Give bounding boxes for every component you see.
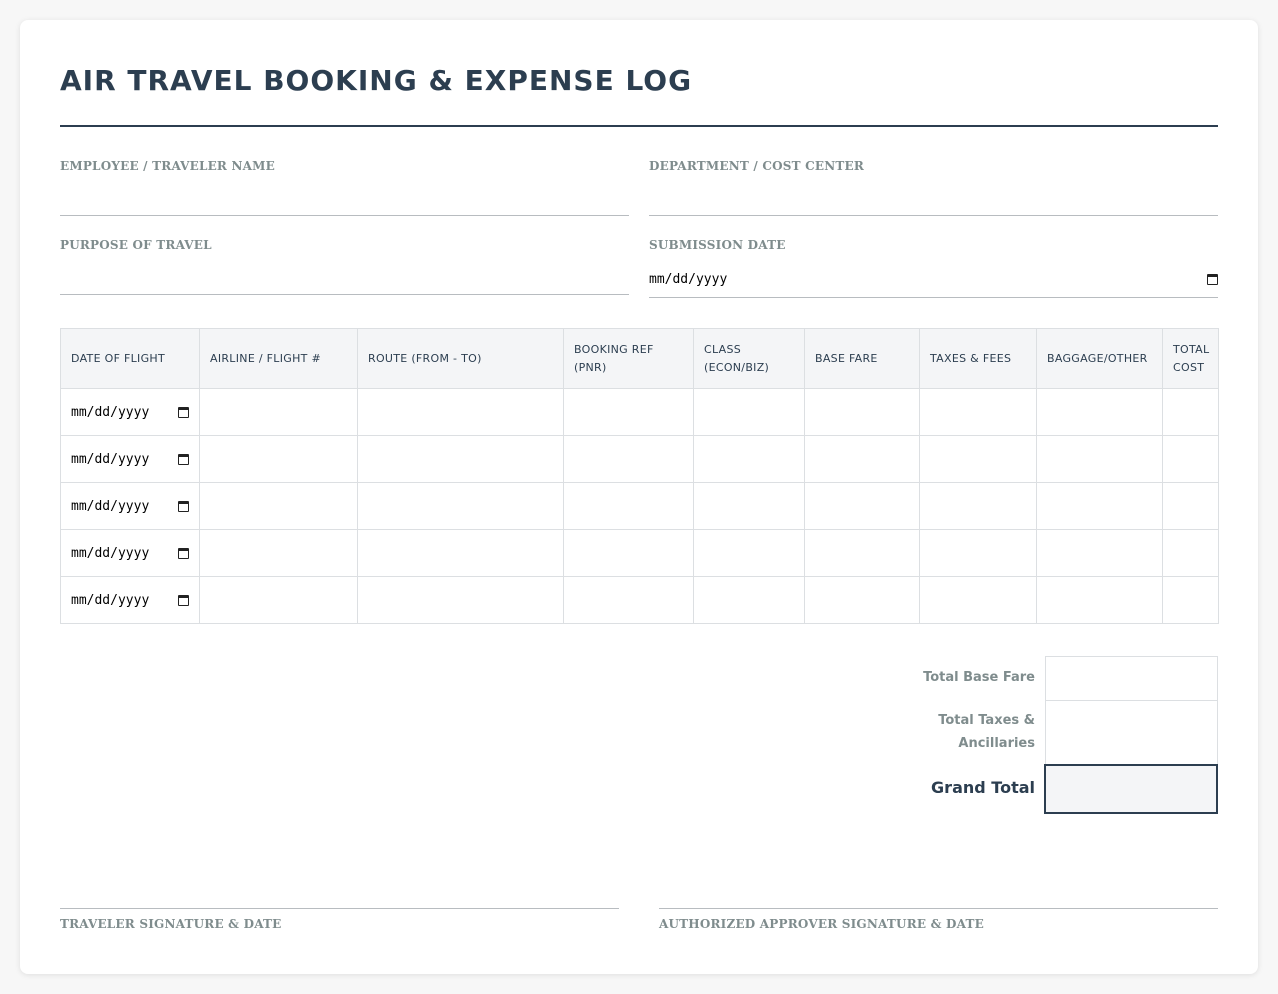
table-row: mm/dd/yyyy: [60, 529, 1219, 577]
calendar-icon[interactable]: [178, 594, 189, 606]
submission-date-label: SUBMISSION DATE: [649, 238, 786, 252]
department-field[interactable]: [649, 215, 1218, 216]
table-row: mm/dd/yyyy: [60, 388, 1219, 436]
header-base-fare: BASE FARE: [804, 328, 920, 389]
total-base-fare-value[interactable]: [1045, 656, 1218, 701]
cell-taxes[interactable]: [919, 388, 1037, 436]
calendar-icon[interactable]: [178, 453, 189, 465]
cell-taxes[interactable]: [919, 529, 1037, 577]
cell-airline[interactable]: [199, 529, 358, 577]
approver-signature-label: AUTHORIZED APPROVER SIGNATURE & DATE: [659, 917, 984, 931]
cell-airline[interactable]: [199, 388, 358, 436]
cell-pnr[interactable]: [563, 388, 694, 436]
cell-pnr[interactable]: [563, 435, 694, 483]
cell-route[interactable]: [357, 388, 564, 436]
cell-taxes[interactable]: [919, 576, 1037, 624]
grand-total-label: Grand Total: [931, 778, 1035, 797]
cell-baggage[interactable]: [1036, 576, 1163, 624]
cell-airline[interactable]: [199, 435, 358, 483]
flight-log-table: DATE OF FLIGHT AIRLINE / FLIGHT # ROUTE …: [60, 328, 1219, 624]
calendar-icon[interactable]: [1207, 273, 1218, 285]
cell-route[interactable]: [357, 435, 564, 483]
cell-total[interactable]: [1162, 576, 1219, 624]
cell-total[interactable]: [1162, 482, 1219, 530]
submission-date-underline: [649, 297, 1218, 298]
header-class: CLASS (ECON/BIZ): [693, 328, 805, 389]
page-title: AIR TRAVEL BOOKING & EXPENSE LOG: [60, 64, 693, 97]
cell-class[interactable]: [693, 529, 805, 577]
cell-date[interactable]: mm/dd/yyyy: [60, 435, 200, 483]
grand-total-value[interactable]: [1044, 764, 1218, 814]
date-placeholder: mm/dd/yyyy: [71, 404, 150, 420]
cell-route[interactable]: [357, 482, 564, 530]
cell-taxes[interactable]: [919, 435, 1037, 483]
total-taxes-label-line1: Total Taxes &: [938, 713, 1035, 728]
total-taxes-value[interactable]: [1045, 700, 1218, 765]
date-placeholder: mm/dd/yyyy: [71, 498, 150, 514]
cell-baggage[interactable]: [1036, 529, 1163, 577]
table-row: mm/dd/yyyy: [60, 435, 1219, 483]
cell-total[interactable]: [1162, 388, 1219, 436]
header-date-of-flight: DATE OF FLIGHT: [60, 328, 200, 389]
cell-airline[interactable]: [199, 576, 358, 624]
cell-route[interactable]: [357, 576, 564, 624]
calendar-icon[interactable]: [178, 547, 189, 559]
submission-date-placeholder: mm/dd/yyyy: [649, 271, 728, 287]
cell-date[interactable]: mm/dd/yyyy: [60, 482, 200, 530]
calendar-icon[interactable]: [178, 500, 189, 512]
cell-base-fare[interactable]: [804, 482, 920, 530]
department-label: DEPARTMENT / COST CENTER: [649, 159, 865, 173]
cell-class[interactable]: [693, 576, 805, 624]
traveler-signature-label: TRAVELER SIGNATURE & DATE: [60, 917, 282, 931]
header-taxes-fees: TAXES & FEES: [919, 328, 1037, 389]
total-taxes-label: Total Taxes & Ancillaries: [938, 709, 1035, 755]
traveler-signature-line[interactable]: [60, 908, 619, 909]
approver-signature-line[interactable]: [659, 908, 1218, 909]
date-placeholder: mm/dd/yyyy: [71, 545, 150, 561]
cell-date[interactable]: mm/dd/yyyy: [60, 388, 200, 436]
cell-route[interactable]: [357, 529, 564, 577]
table-header-row: DATE OF FLIGHT AIRLINE / FLIGHT # ROUTE …: [60, 328, 1219, 389]
cell-baggage[interactable]: [1036, 435, 1163, 483]
purpose-field[interactable]: [60, 294, 629, 295]
cell-baggage[interactable]: [1036, 482, 1163, 530]
cell-taxes[interactable]: [919, 482, 1037, 530]
calendar-icon[interactable]: [178, 406, 189, 418]
table-row: mm/dd/yyyy: [60, 576, 1219, 624]
purpose-label: PURPOSE OF TRAVEL: [60, 238, 212, 252]
title-divider: [60, 125, 1218, 127]
table-row: mm/dd/yyyy: [60, 482, 1219, 530]
cell-pnr[interactable]: [563, 576, 694, 624]
header-airline-flight: AIRLINE / FLIGHT #: [199, 328, 358, 389]
cell-base-fare[interactable]: [804, 388, 920, 436]
header-route: ROUTE (FROM - TO): [357, 328, 564, 389]
date-placeholder: mm/dd/yyyy: [71, 451, 150, 467]
cell-base-fare[interactable]: [804, 529, 920, 577]
cell-class[interactable]: [693, 388, 805, 436]
submission-date-input[interactable]: mm/dd/yyyy: [649, 270, 1218, 288]
employee-name-field[interactable]: [60, 215, 629, 216]
cell-class[interactable]: [693, 482, 805, 530]
header-total-cost: TOTAL COST: [1162, 328, 1219, 389]
cell-base-fare[interactable]: [804, 576, 920, 624]
cell-total[interactable]: [1162, 435, 1219, 483]
cell-airline[interactable]: [199, 482, 358, 530]
total-base-fare-label: Total Base Fare: [923, 670, 1035, 685]
header-baggage-other: BAGGAGE/OTHER: [1036, 328, 1163, 389]
cell-class[interactable]: [693, 435, 805, 483]
cell-base-fare[interactable]: [804, 435, 920, 483]
cell-date[interactable]: mm/dd/yyyy: [60, 576, 200, 624]
cell-pnr[interactable]: [563, 529, 694, 577]
header-booking-ref: BOOKING REF (PNR): [563, 328, 694, 389]
cell-date[interactable]: mm/dd/yyyy: [60, 529, 200, 577]
expense-form-card: AIR TRAVEL BOOKING & EXPENSE LOG EMPLOYE…: [20, 20, 1258, 974]
cell-baggage[interactable]: [1036, 388, 1163, 436]
employee-name-label: EMPLOYEE / TRAVELER NAME: [60, 159, 275, 173]
cell-pnr[interactable]: [563, 482, 694, 530]
total-taxes-label-line2: Ancillaries: [958, 736, 1035, 751]
date-placeholder: mm/dd/yyyy: [71, 592, 150, 608]
cell-total[interactable]: [1162, 529, 1219, 577]
